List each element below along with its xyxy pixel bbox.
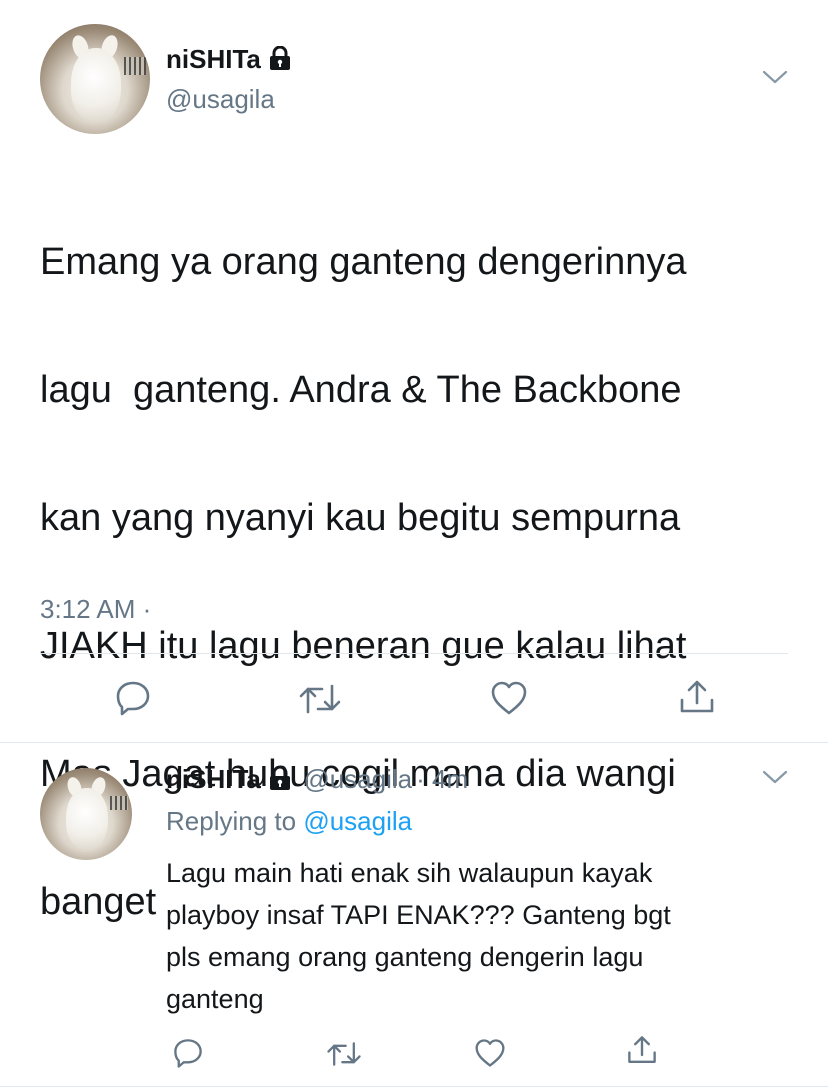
avatar[interactable] [40, 24, 150, 134]
lock-icon [269, 765, 291, 795]
reply-icon[interactable] [114, 679, 152, 722]
divider [0, 1086, 828, 1087]
avatar[interactable] [40, 768, 132, 860]
divider [40, 653, 788, 654]
replying-to-label: Replying to [166, 806, 297, 836]
author-name-row: niSHITa [166, 44, 291, 75]
divider [0, 742, 828, 743]
reply-header: niSHITa @usagila · 4m [166, 764, 468, 795]
heart-icon[interactable] [474, 1038, 506, 1073]
author-name[interactable]: niSHITa [166, 44, 261, 74]
author-handle[interactable]: @usagila [166, 84, 275, 115]
lock-icon [269, 45, 291, 75]
retweet-icon[interactable] [298, 682, 342, 721]
reply-icon[interactable] [172, 1037, 204, 1074]
share-icon[interactable] [678, 678, 716, 721]
tweet-text-line: JIAKH itu lagu beneran gue kalau lihat [40, 625, 687, 667]
reply-text-line: ganteng [166, 984, 264, 1014]
reply-text-line: playboy insaf TAPI ENAK??? Ganteng bgt [166, 900, 671, 930]
reply-text-line: Lagu main hati enak sih walaupun kayak [166, 858, 653, 888]
tweet-text-line: Emang ya orang ganteng dengerinnya [40, 241, 687, 283]
chevron-down-icon[interactable] [762, 770, 788, 791]
heart-icon[interactable] [490, 680, 528, 721]
tweet-text-line: lagu ganteng. Andra & The Backbone [40, 369, 682, 411]
chevron-down-icon[interactable] [762, 70, 788, 91]
reply-text-line: pls emang orang ganteng dengerin lagu [166, 942, 644, 972]
author-handle[interactable]: @usagila [303, 764, 412, 794]
reply-text: Lagu main hati enak sih walaupun kayak p… [166, 852, 796, 1020]
author-name[interactable]: niSHITa [166, 764, 261, 794]
tweet-text-line: kan yang nyanyi kau begitu sempurna [40, 497, 681, 539]
replying-to-handle[interactable]: @usagila [303, 806, 412, 836]
share-icon[interactable] [626, 1034, 658, 1071]
retweet-icon[interactable] [326, 1040, 362, 1073]
replying-to: Replying to @usagila [166, 806, 412, 837]
tweet-timestamp[interactable]: 3:12 AM · [40, 594, 151, 625]
tweet-age[interactable]: · 4m [416, 764, 468, 794]
